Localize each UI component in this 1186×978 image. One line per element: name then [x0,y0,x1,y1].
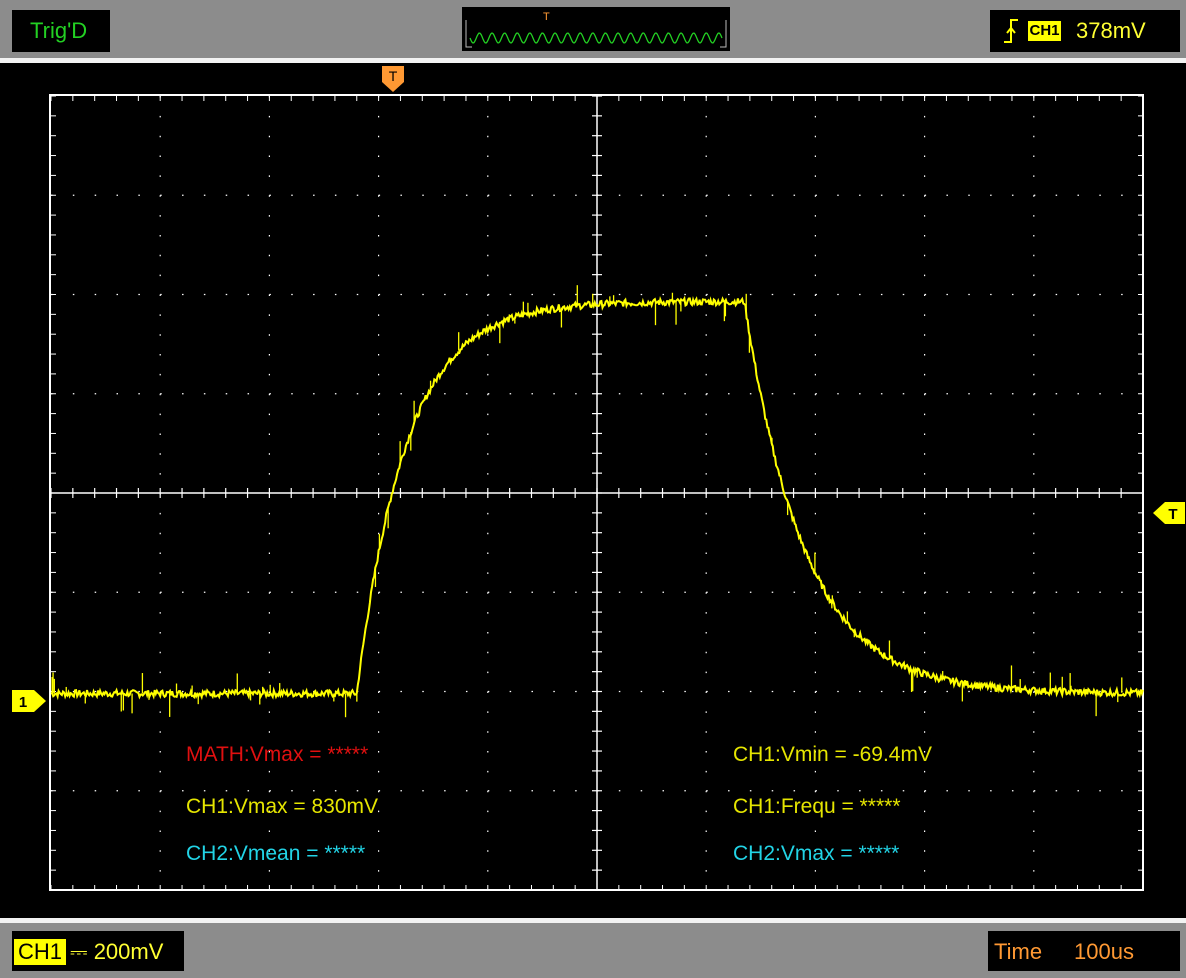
meas-ch1-vmax: CH1:Vmax = 830mV [186,795,378,818]
time-per-div: 100us [1074,939,1134,964]
trigger-settings[interactable]: CH1 378mV [990,10,1180,52]
meas-math-vmax: MATH:Vmax = ***** [186,743,368,766]
overview-waveform-icon: T [465,11,727,48]
ch1-ground-marker[interactable]: 1 [12,690,48,714]
overview-trigger-marker: T [543,11,550,23]
svg-text:T: T [389,68,398,84]
ch1-volts-per-div: ⎓ 200mV [70,939,164,964]
waveform-overview[interactable]: T [462,7,730,51]
meas-ch1-freq: CH1:Frequ = ***** [733,795,901,818]
measurements-left: MATH:Vmax = ***** CH1:Vmax = 830mV CH2:V… [186,743,378,865]
time-label: Time [994,939,1043,964]
rising-edge-icon [1004,19,1018,43]
ch1-scale-indicator[interactable]: CH1 ⎓ 200mV [12,931,184,971]
oscilloscope-screen[interactable]: MATH:Vmax = ***** CH1:Vmax = 830mV CH2:V… [49,94,1145,892]
meas-ch2-vmax: CH2:Vmax = ***** [733,842,899,865]
trigger-status: Trig'D [12,10,110,52]
trigger-level-marker[interactable]: T [1153,502,1185,526]
ch1-badge: CH1 [14,939,66,965]
svg-text:T: T [1168,506,1177,523]
trigger-source-badge: CH1 [1028,21,1061,41]
trigger-level: 378mV [1076,18,1146,43]
svg-text:1: 1 [19,694,27,711]
top-status-bar: Trig'D T CH1 378mV [0,0,1186,60]
trigger-time-marker[interactable]: T [382,66,406,94]
meas-ch1-vmin: CH1:Vmin = -69.4mV [733,743,932,766]
dc-coupling-icon: ⎓ [70,939,88,964]
timebase-indicator[interactable]: Time 100us [988,931,1180,971]
meas-ch2-vmean: CH2:Vmean = ***** [186,842,365,865]
